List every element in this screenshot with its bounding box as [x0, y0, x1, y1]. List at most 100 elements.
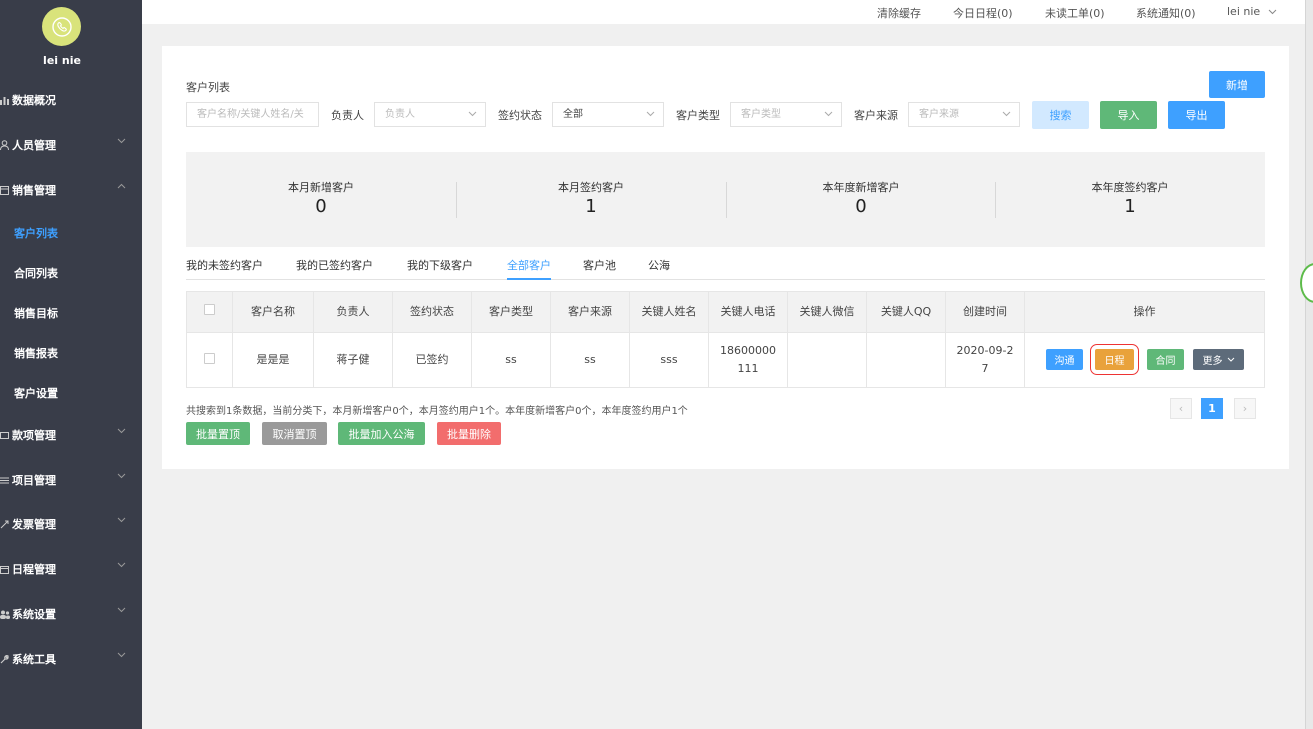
tab-all-customers[interactable]: 全部客户: [507, 257, 551, 273]
sidebar-item-schedule[interactable]: 日程管理: [0, 559, 142, 579]
today-schedule-link[interactable]: 今日日程(0): [953, 5, 1013, 21]
more-label: 更多: [1202, 356, 1223, 367]
header-cell: 关键人电话: [709, 292, 788, 332]
user-icon: [0, 140, 12, 150]
customer-type-select[interactable]: 客户类型: [730, 102, 842, 127]
add-button[interactable]: 新增: [1209, 71, 1265, 98]
cell-contact-wechat: [788, 333, 867, 387]
sidebar-subitem-customer-settings[interactable]: 客户设置: [14, 385, 58, 401]
sidebar-item-projects[interactable]: 项目管理: [0, 470, 142, 490]
chevron-down-icon: [117, 517, 126, 523]
clear-cache-link[interactable]: 清除缓存: [877, 5, 921, 21]
stat-yearly-new: 本年度新增客户 0: [726, 152, 996, 247]
contract-button[interactable]: 合同: [1147, 349, 1184, 370]
batch-add-public-button[interactable]: 批量加入公海: [338, 422, 425, 445]
tab-public-sea[interactable]: 公海: [648, 257, 670, 273]
chevron-down-icon: [117, 607, 126, 613]
user-menu[interactable]: lei nie: [1227, 5, 1277, 18]
export-button[interactable]: 导出: [1168, 101, 1225, 129]
sidebar-item-label: 款项管理: [12, 429, 56, 442]
more-dropdown-button[interactable]: 更多: [1193, 349, 1244, 370]
sidebar-item-invoices[interactable]: 发票管理: [0, 514, 142, 534]
sidebar-item-label: 系统设置: [12, 608, 56, 621]
money-icon: [0, 431, 12, 440]
page-title: 客户列表: [186, 81, 230, 94]
prev-page-button[interactable]: ‹: [1170, 398, 1192, 419]
window-scrollbar[interactable]: [1305, 0, 1313, 729]
customer-table: 客户名称 负责人 签约状态 客户类型 客户来源 关键人姓名 关键人电话 关键人微…: [186, 291, 1265, 388]
summary-text: 共搜索到1条数据，当前分类下，本月新增客户0个，本月签约用户1个。本年度新增客户…: [186, 406, 688, 417]
sign-status-value: 全部: [563, 109, 583, 120]
stat-monthly-new: 本月新增客户 0: [186, 152, 456, 247]
page-1-button[interactable]: 1: [1201, 398, 1223, 419]
cell-contact-qq: [867, 333, 946, 387]
unread-orders-link[interactable]: 未读工单(0): [1045, 5, 1105, 21]
notifications-link[interactable]: 系统通知(0): [1136, 5, 1196, 21]
owner-select[interactable]: 负责人: [374, 102, 486, 127]
chevron-down-icon: [117, 562, 126, 568]
tab-my-unsigned[interactable]: 我的未签约客户: [186, 257, 263, 273]
sidebar-item-system-tools[interactable]: 系统工具: [0, 649, 142, 669]
sidebar-item-label: 人员管理: [12, 139, 56, 152]
cell-customer-name[interactable]: 是是是: [233, 333, 314, 387]
customer-type-label: 客户类型: [676, 109, 720, 122]
sidebar-item-label: 项目管理: [12, 474, 56, 487]
batch-delete-button[interactable]: 批量删除: [437, 422, 501, 445]
stat-value: 1: [1124, 196, 1136, 217]
batch-pin-button[interactable]: 批量置顶: [186, 422, 250, 445]
select-all-checkbox[interactable]: [204, 303, 215, 315]
calendar-icon: [0, 565, 12, 574]
customer-source-select[interactable]: 客户来源: [908, 102, 1020, 127]
row-checkbox[interactable]: [204, 352, 215, 364]
chevron-down-icon: [824, 111, 833, 117]
sidebar: lei nie 数据概况 人员管理 销售管理 客户列表 合同列表 销售目标 销售…: [0, 0, 142, 729]
search-input[interactable]: 客户名称/关键人姓名/关: [186, 102, 319, 127]
cell-sign-status: 已签约: [393, 333, 472, 387]
floating-widget-icon[interactable]: [1300, 263, 1313, 303]
sidebar-item-system-settings[interactable]: 系统设置: [0, 604, 142, 624]
sidebar-item-sales[interactable]: 销售管理: [0, 180, 142, 200]
row-checkbox-cell: [187, 333, 233, 387]
cell-owner: 蒋子健: [314, 333, 393, 387]
header-cell: 负责人: [314, 292, 393, 332]
sidebar-item-dashboard[interactable]: 数据概况: [0, 90, 142, 110]
sidebar-item-label: 发票管理: [12, 518, 56, 531]
tab-customer-pool[interactable]: 客户池: [583, 257, 616, 273]
sign-status-label: 签约状态: [498, 109, 542, 122]
next-page-button[interactable]: ›: [1234, 398, 1256, 419]
sidebar-subitem-customer-list[interactable]: 客户列表: [14, 225, 58, 241]
users-icon: [0, 610, 12, 619]
sidebar-item-label: 系统工具: [12, 653, 56, 666]
search-button[interactable]: 搜索: [1032, 101, 1089, 129]
header-cell: 关键人QQ: [867, 292, 946, 332]
avatar[interactable]: [42, 7, 81, 46]
stat-label: 本月新增客户: [288, 181, 354, 194]
sidebar-item-label: 销售管理: [12, 184, 56, 197]
sidebar-item-payments[interactable]: 款项管理: [0, 425, 142, 445]
cell-contact-name: sss: [630, 333, 709, 387]
stat-value: 0: [855, 196, 867, 217]
user-menu-label: lei nie: [1227, 5, 1261, 18]
import-button[interactable]: 导入: [1100, 101, 1157, 129]
cancel-pin-button[interactable]: 取消置顶: [262, 422, 327, 445]
header-cell: 创建时间: [946, 292, 1025, 332]
tab-divider: [186, 279, 1265, 280]
customer-source-label: 客户来源: [854, 109, 898, 122]
chevron-down-icon: [1002, 111, 1011, 117]
tab-subordinate[interactable]: 我的下级客户: [407, 257, 473, 273]
schedule-button[interactable]: 日程: [1090, 344, 1139, 375]
sign-status-select[interactable]: 全部: [552, 102, 664, 127]
header-cell: 签约状态: [393, 292, 472, 332]
chevron-down-icon: [468, 111, 477, 117]
sidebar-subitem-sales-target[interactable]: 销售目标: [14, 305, 58, 321]
stat-value: 1: [585, 196, 597, 217]
stats-panel: 本月新增客户 0 本月签约客户 1 本年度新增客户 0 本年度签约客户 1: [186, 152, 1265, 247]
active-tab-indicator: [507, 278, 551, 280]
sidebar-item-personnel[interactable]: 人员管理: [0, 135, 142, 155]
sidebar-subitem-contract-list[interactable]: 合同列表: [14, 265, 58, 281]
sidebar-subitem-sales-report[interactable]: 销售报表: [14, 345, 58, 361]
header-cell: 操作: [1133, 305, 1156, 318]
stat-label: 本年度签约客户: [1091, 181, 1169, 194]
communicate-button[interactable]: 沟通: [1046, 349, 1083, 370]
tab-my-signed[interactable]: 我的已签约客户: [296, 257, 373, 273]
